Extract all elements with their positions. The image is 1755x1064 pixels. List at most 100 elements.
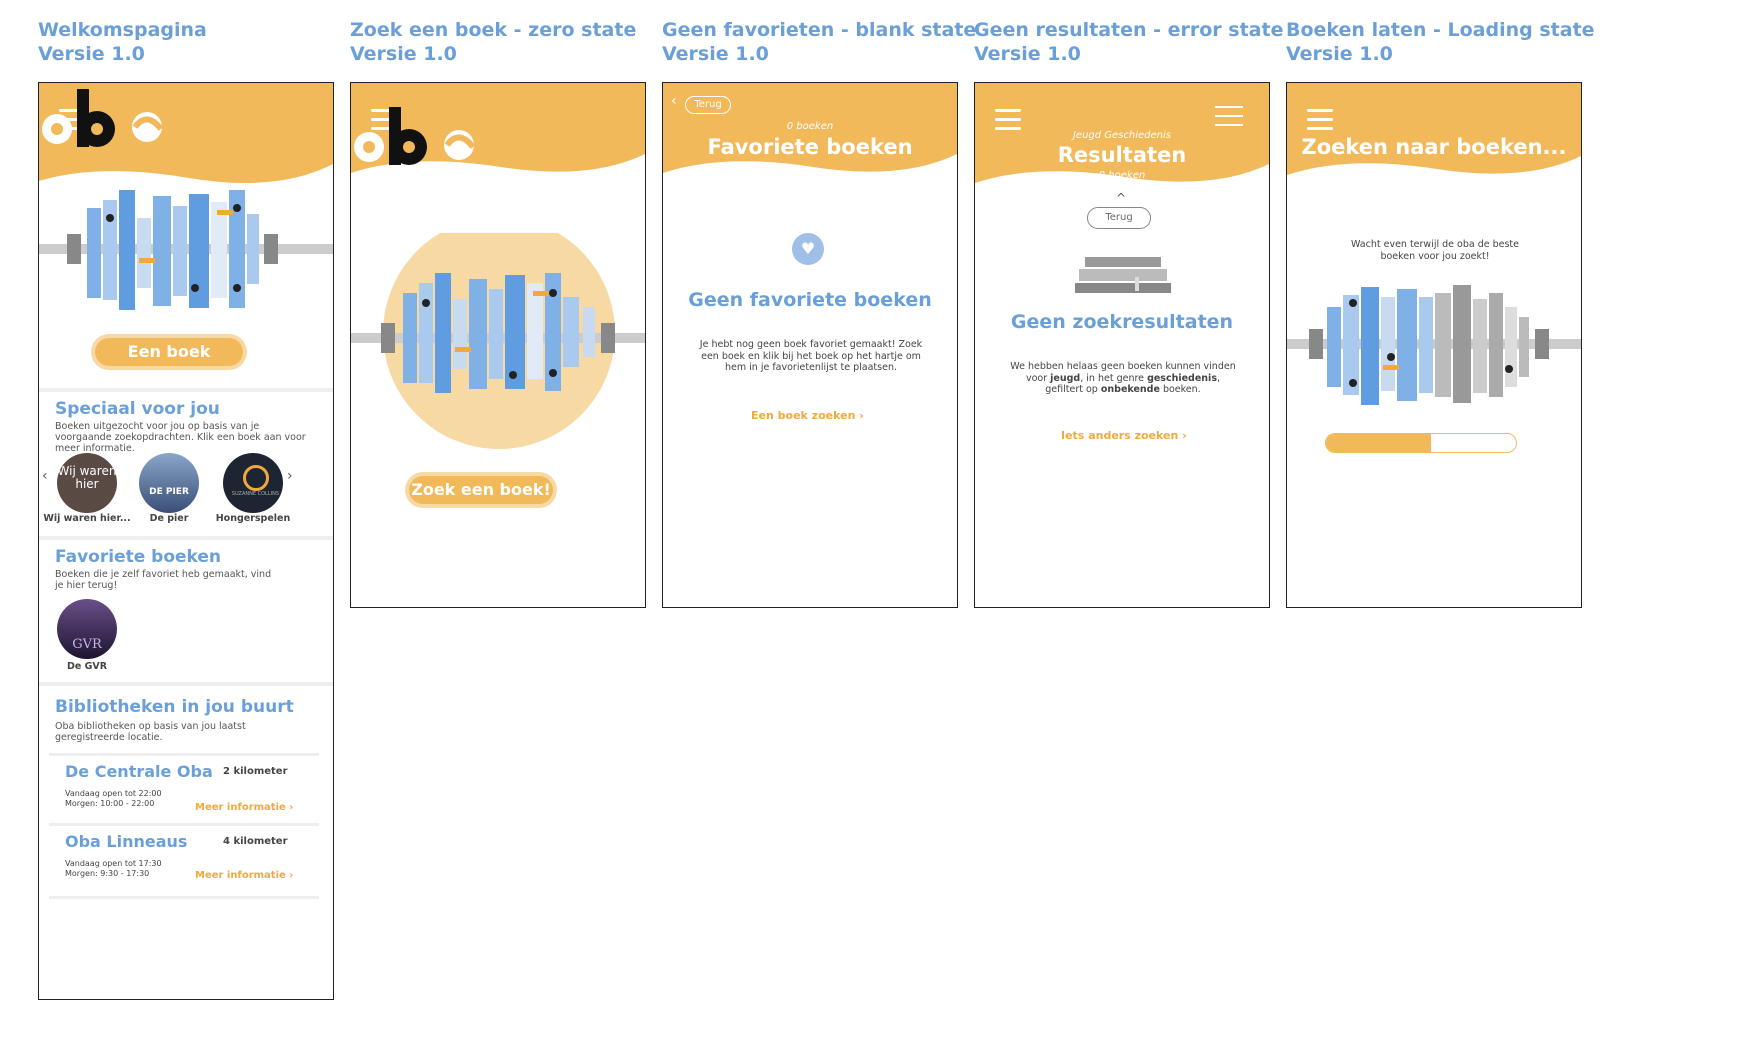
screen-title-blank: Geen favorieten - blank state Versie 1.0 (662, 18, 976, 66)
books-illustration (351, 233, 645, 449)
library-card[interactable]: De Centrale Oba 2 kilometer Vandaag open… (49, 753, 319, 826)
search-book-button[interactable]: Een boek zoeken (95, 338, 243, 389)
phone-welcome: Een boek zoeken Speciaal voor jou Boeken… (38, 82, 334, 1000)
books-illustration (1287, 285, 1581, 405)
empty-state-text: We hebben helaas geen boeken kunnen vind… (1009, 361, 1237, 396)
chevron-right-icon[interactable]: › (287, 468, 293, 484)
search-book-link[interactable]: Een boek zoeken › (751, 409, 864, 422)
text-bold: geschiedenis (1147, 372, 1217, 384)
more-info-label: Meer informatie (195, 870, 286, 881)
menu-icon[interactable] (995, 109, 1021, 131)
book-count: 0 boeken (786, 121, 834, 132)
active-filters: Jeugd Geschiedenis (1072, 130, 1172, 141)
special-title: Speciaal voor jou (55, 399, 220, 419)
screen-version-text: Versie 1.0 (38, 43, 145, 65)
book-caption: Wij waren hier... (43, 513, 131, 524)
cover-text: DE PIER (149, 487, 189, 497)
screen-version-text: Versie 1.0 (350, 43, 457, 65)
screen-title-text: Welkomspagina (38, 19, 207, 41)
libraries-desc: Oba bibliotheken op basis van jou laatst… (55, 721, 246, 743)
chevron-left-icon[interactable]: ‹ (42, 468, 48, 484)
chevron-right-icon: › (289, 802, 294, 813)
link-label: Een boek zoeken (751, 409, 856, 422)
back-button[interactable]: Terug (1087, 207, 1151, 229)
chevron-right-icon: › (289, 870, 294, 881)
oba-logo (42, 89, 164, 147)
book-caption: Hongerspelen (215, 513, 291, 524)
divider (39, 536, 333, 540)
library-card[interactable]: Oba Linneaus 4 kilometer Vandaag open to… (49, 823, 319, 899)
screen-title-zero: Zoek een boek - zero state Versie 1.0 (350, 18, 636, 66)
link-label: Iets anders zoeken (1061, 429, 1179, 442)
library-hours-tomorrow: Morgen: 10:00 - 22:00 (65, 799, 155, 808)
screen-title-welcome: Welkomspagina Versie 1.0 (38, 18, 207, 66)
cover-text: GVR (72, 637, 102, 652)
screen-title-loading: Boeken laten - Loading state Versie 1.0 (1286, 18, 1595, 66)
library-hours-tomorrow: Morgen: 9:30 - 17:30 (65, 869, 150, 878)
libraries-title: Bibliotheken in jou buurt (55, 697, 294, 717)
header: ‹ Terug 0 boeken Favoriete boeken (663, 83, 957, 193)
progress-bar (1325, 433, 1517, 453)
special-desc: Boeken uitgezocht voor jou op basis van … (55, 421, 306, 454)
books-illustration (39, 190, 333, 310)
oba-logo (354, 107, 476, 165)
text-bold: jeugd (1050, 372, 1081, 384)
page-title: Favoriete boeken (707, 135, 913, 159)
library-distance: 2 kilometer (223, 766, 288, 777)
menu-icon[interactable] (1307, 109, 1333, 131)
screen-title-text: Geen resultaten - error state (974, 19, 1284, 41)
phone-no-results: Jeugd Geschiedenis Resultaten 0 boeken ^… (974, 82, 1270, 608)
header (39, 83, 333, 193)
screen-version-text: Versie 1.0 (974, 43, 1081, 65)
book-cover-gvr[interactable]: GVR (57, 599, 117, 659)
divider (39, 388, 333, 392)
book-caption: De GVR (66, 661, 108, 672)
chevron-right-icon: › (1182, 429, 1187, 442)
screen-title-text: Zoek een boek - zero state (350, 19, 637, 41)
more-info-link[interactable]: Meer informatie › (195, 802, 293, 813)
result-count: 0 boeken (1098, 170, 1146, 181)
empty-state-text: Je hebt nog geen boek favoriet gemaakt! … (699, 339, 923, 373)
more-info-label: Meer informatie (195, 802, 286, 813)
text-bold: onbekende (1100, 384, 1160, 395)
book-cover-wij-waren-hier[interactable]: Wij waren hier (57, 453, 117, 513)
book-caption: De pier (149, 513, 189, 524)
loading-text: Wacht even terwijl de oba de beste boeke… (1351, 239, 1519, 262)
library-name: Oba Linneaus (65, 832, 188, 851)
empty-state-title: Geen favoriete boeken (688, 289, 932, 311)
screen-version-text: Versie 1.0 (662, 43, 769, 65)
text: , in het genre (1080, 372, 1145, 384)
page-title: Resultaten (1057, 143, 1187, 167)
library-distance: 4 kilometer (223, 836, 288, 847)
filter-icon[interactable] (1215, 103, 1243, 127)
header (351, 83, 645, 193)
phone-loading: Zoeken naar boeken... Wacht even terwijl… (1286, 82, 1582, 608)
broken-heart-icon: ♥ (792, 233, 824, 265)
search-book-button[interactable]: Zoek een boek! (409, 476, 553, 504)
phone-favorites-blank: ‹ Terug 0 boeken Favoriete boeken ♥ Geen… (662, 82, 958, 608)
header: Zoeken naar boeken... (1287, 83, 1581, 193)
chevron-right-icon: › (859, 409, 864, 422)
text: boeken. (1162, 384, 1201, 395)
mockingjay-icon (243, 465, 269, 491)
screen-title-text: Geen favorieten - blank state (662, 19, 977, 41)
favorites-title: Favoriete boeken (55, 547, 222, 567)
search-else-link[interactable]: Iets anders zoeken › (1061, 429, 1187, 442)
phone-zero-state: Zoek een boek! (350, 82, 646, 608)
progress-fill (1326, 434, 1431, 452)
back-button[interactable]: Terug (685, 96, 731, 114)
book-cover-de-pier[interactable]: DE PIER (139, 453, 199, 513)
library-name: De Centrale Oba (65, 762, 213, 781)
screen-title-error: Geen resultaten - error state Versie 1.0 (974, 18, 1283, 66)
empty-state-title: Geen zoekresultaten (1010, 311, 1234, 333)
favorites-desc: Boeken die je zelf favoriet heb gemaakt,… (55, 569, 272, 591)
more-info-link[interactable]: Meer informatie › (195, 870, 293, 881)
chevron-left-icon[interactable]: ‹ (671, 93, 677, 109)
screen-title-text: Boeken laten - Loading state (1286, 19, 1595, 41)
chevron-up-icon: ^ (1116, 191, 1127, 205)
cover-text: Wij waren hier (57, 464, 117, 491)
page-title: Zoeken naar boeken... (1301, 135, 1567, 159)
books-stack-icon (1075, 257, 1171, 293)
screen-version-text: Versie 1.0 (1286, 43, 1393, 65)
book-cover-hongerspelen[interactable]: SUZANNE COLLINS (223, 453, 283, 513)
